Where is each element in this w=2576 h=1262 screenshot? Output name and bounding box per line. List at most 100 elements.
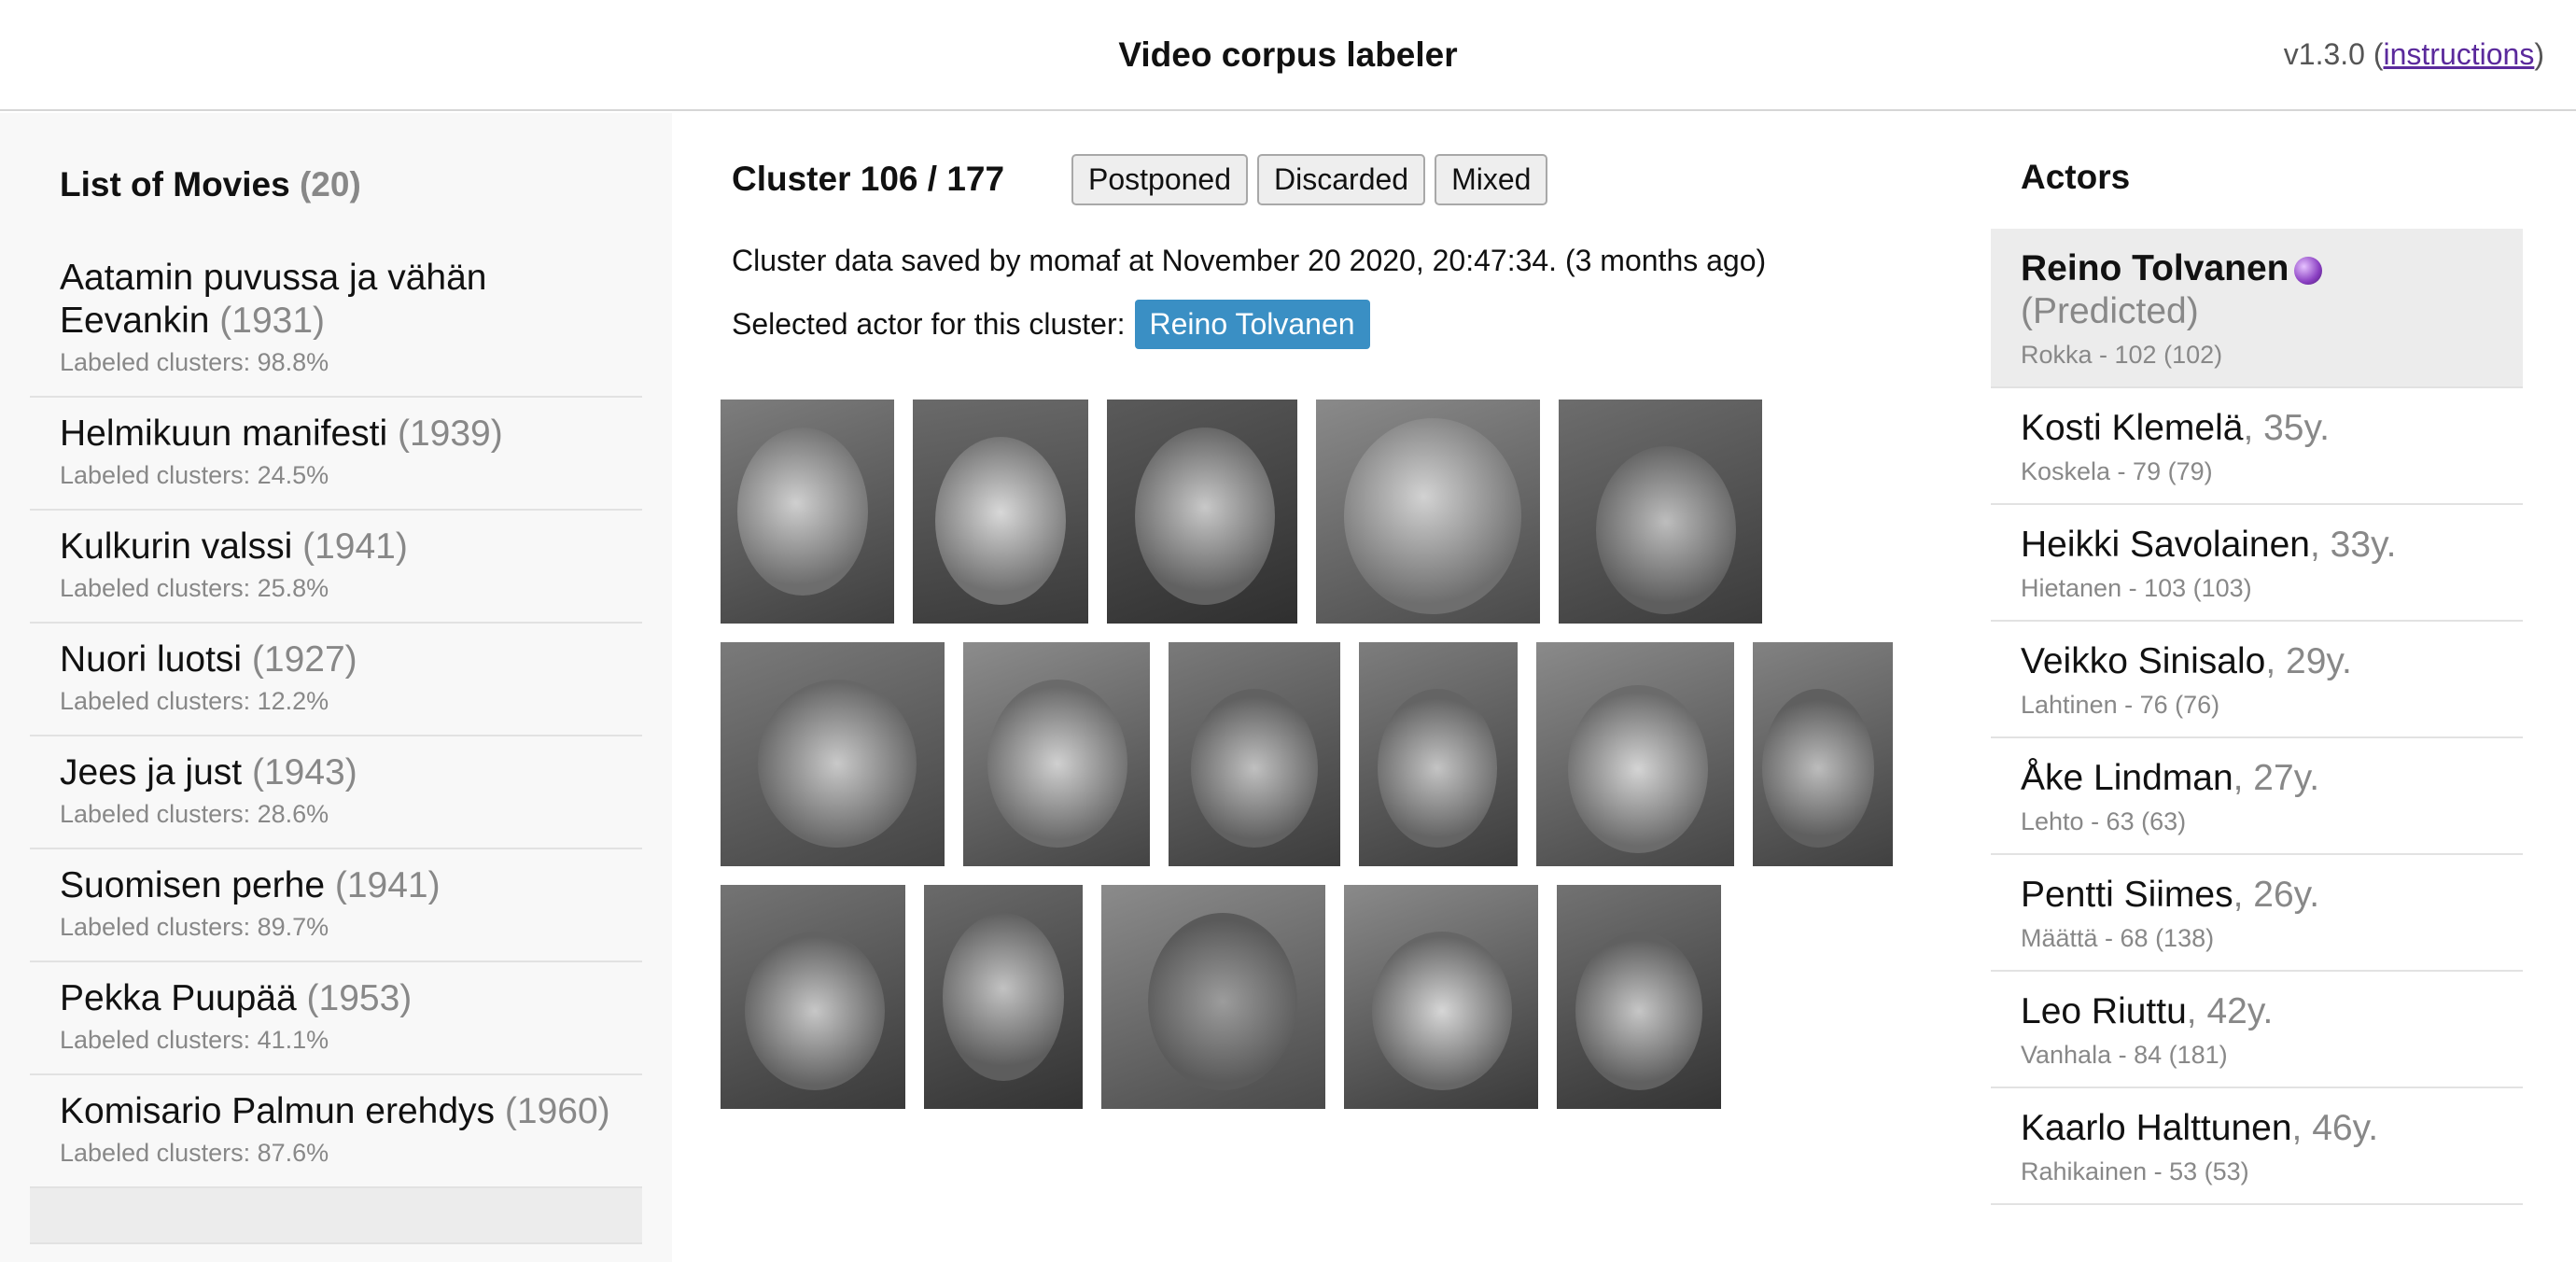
movie-item[interactable]: Helmikuun manifesti (1939) Labeled clust… xyxy=(30,398,642,511)
face-thumbnail[interactable] xyxy=(1536,642,1734,866)
actor-name: Kosti Klemelä xyxy=(2021,408,2244,448)
face-image xyxy=(943,913,1064,1081)
actor-name: Pentti Siimes xyxy=(2021,875,2233,915)
face-image xyxy=(1344,418,1521,614)
actor-age: , 26y. xyxy=(2233,875,2320,915)
actor-role: Rahikainen - 53 (53) xyxy=(2021,1157,2249,1185)
selected-actor-line: Selected actor for this cluster: Reino T… xyxy=(732,300,1370,349)
movie-labeled-stat: Labeled clusters: 41.1% xyxy=(60,1026,329,1054)
face-image xyxy=(1596,446,1736,614)
postponed-button[interactable]: Postponed xyxy=(1071,154,1249,205)
face-thumbnail[interactable] xyxy=(721,400,894,624)
actor-name-row: Heikki Savolainen, 33y. xyxy=(2021,524,2493,567)
movie-year: (1941) xyxy=(302,526,408,567)
actor-name-row: Pentti Siimes, 26y. xyxy=(2021,874,2493,917)
movie-list-heading: List of Movies xyxy=(60,165,290,203)
movie-item[interactable]: Suomisen perhe (1941) Labeled clusters: … xyxy=(30,849,642,962)
movie-item[interactable]: Jees ja just (1943) Labeled clusters: 28… xyxy=(30,736,642,849)
movie-title-row: Komisario Palmun erehdys (1960) xyxy=(60,1090,612,1133)
actor-item[interactable]: Pentti Siimes, 26y. Määttä - 68 (138) xyxy=(1991,855,2523,972)
face-image xyxy=(758,680,917,848)
actor-item[interactable]: Veikko Sinisalo, 29y. Lahtinen - 76 (76) xyxy=(1991,622,2523,738)
movie-labeled-stat: Labeled clusters: 25.8% xyxy=(60,574,329,602)
selected-actor-tag[interactable]: Reino Tolvanen xyxy=(1134,300,1370,349)
version-text: v1.3.0 ( xyxy=(2283,37,2384,71)
face-thumbnail[interactable] xyxy=(1359,642,1518,866)
actor-name: Åke Lindman xyxy=(2021,758,2233,798)
actor-name: Leo Riuttu xyxy=(2021,991,2187,1031)
actor-role: Vanhala - 84 (181) xyxy=(2021,1041,2228,1069)
instructions-link[interactable]: instructions xyxy=(2384,37,2535,71)
movie-item[interactable]: Nuori luotsi (1927) Labeled clusters: 12… xyxy=(30,624,642,736)
actor-item[interactable]: Leo Riuttu, 42y. Vanhala - 84 (181) xyxy=(1991,972,2523,1088)
actor-age: , 42y. xyxy=(2186,991,2274,1031)
movie-count: (20) xyxy=(299,165,361,203)
face-image xyxy=(1762,689,1874,848)
actor-sidebar: Actors Reino Tolvanen (Predicted) Rokka … xyxy=(1951,113,2576,1262)
movie-title-row: Jees ja just (1943) xyxy=(60,751,612,794)
actor-role: Rokka - 102 (102) xyxy=(2021,341,2223,369)
face-thumbnail[interactable] xyxy=(1559,400,1762,624)
movie-item[interactable]: Pekka Puupää (1953) Labeled clusters: 41… xyxy=(30,962,642,1075)
movie-labeled-stat: Labeled clusters: 12.2% xyxy=(60,687,329,715)
movie-title-row: Nuori luotsi (1927) xyxy=(60,638,612,681)
app-header: Video corpus labeler v1.3.0 (instruction… xyxy=(0,0,2576,111)
face-thumbnail[interactable] xyxy=(1107,400,1297,624)
actor-name-row: Reino Tolvanen xyxy=(2021,247,2493,290)
face-thumbnail[interactable] xyxy=(963,642,1150,866)
movie-title: Jees ja just xyxy=(60,752,243,792)
face-image xyxy=(1575,932,1702,1090)
movie-title: Komisario Palmun erehdys xyxy=(60,1091,496,1131)
face-thumbnail[interactable] xyxy=(1101,885,1325,1109)
actor-role: Koskela - 79 (79) xyxy=(2021,457,2213,485)
face-image xyxy=(1135,428,1275,605)
movie-title: Nuori luotsi xyxy=(60,639,243,680)
face-thumbnail[interactable] xyxy=(721,642,945,866)
movie-year: (1939) xyxy=(397,414,503,454)
actor-role: Määttä - 68 (138) xyxy=(2021,924,2215,952)
actor-age: , 29y. xyxy=(2265,641,2352,681)
movie-item[interactable]: Komisario Palmun erehdys (1960) Labeled … xyxy=(30,1075,642,1188)
actor-name-row: Veikko Sinisalo, 29y. xyxy=(2021,640,2493,683)
face-thumbnail[interactable] xyxy=(1316,400,1540,624)
movie-item[interactable]: Aatamin puvussa ja vähän Eevankin (1931)… xyxy=(30,242,642,398)
movie-title-row: Aatamin puvussa ja vähän Eevankin (1931) xyxy=(60,257,612,343)
actor-name: Heikki Savolainen xyxy=(2021,525,2311,565)
selected-actor-label: Selected actor for this cluster: xyxy=(732,307,1126,341)
movie-labeled-stat: Labeled clusters: 98.8% xyxy=(60,348,329,376)
face-thumbnail[interactable] xyxy=(1753,642,1893,866)
actor-item[interactable]: Kaarlo Halttunen, 46y. Rahikainen - 53 (… xyxy=(1991,1088,2523,1205)
actor-age: , 27y. xyxy=(2233,758,2320,798)
face-thumbnail[interactable] xyxy=(721,885,905,1109)
actor-name-row: Åke Lindman, 27y. xyxy=(2021,757,2493,800)
actor-age: , 46y. xyxy=(2291,1108,2379,1148)
actor-role: Hietanen - 103 (103) xyxy=(2021,574,2252,602)
movie-list-title: List of Movies (20) xyxy=(60,165,361,204)
actor-item[interactable]: Kosti Klemelä, 35y. Koskela - 79 (79) xyxy=(1991,388,2523,505)
face-thumbnail[interactable] xyxy=(924,885,1083,1109)
face-image xyxy=(987,680,1127,848)
actor-item[interactable]: Åke Lindman, 27y. Lehto - 63 (63) xyxy=(1991,738,2523,855)
actors-title: Actors xyxy=(2021,158,2131,196)
movie-item[interactable]: Kulkurin valssi (1941) Labeled clusters:… xyxy=(30,511,642,624)
discarded-button[interactable]: Discarded xyxy=(1257,154,1426,205)
actor-name-row: Kosti Klemelä, 35y. xyxy=(2021,407,2493,450)
face-image xyxy=(745,932,885,1090)
actor-name: Veikko Sinisalo xyxy=(2021,641,2266,681)
app-title: Video corpus labeler xyxy=(1118,35,1458,74)
actor-list: Reino Tolvanen (Predicted) Rokka - 102 (… xyxy=(1991,229,2523,1205)
movie-item-selected[interactable] xyxy=(30,1188,642,1244)
actor-item[interactable]: Heikki Savolainen, 33y. Hietanen - 103 (… xyxy=(1991,505,2523,622)
movie-labeled-stat: Labeled clusters: 89.7% xyxy=(60,913,329,941)
face-thumbnail[interactable] xyxy=(913,400,1088,624)
face-thumbnail[interactable] xyxy=(1344,885,1538,1109)
actor-role: Lehto - 63 (63) xyxy=(2021,807,2187,835)
mixed-button[interactable]: Mixed xyxy=(1435,154,1548,205)
movie-year: (1953) xyxy=(306,978,413,1018)
face-thumbnail[interactable] xyxy=(1169,642,1340,866)
face-thumbnail[interactable] xyxy=(1557,885,1721,1109)
actor-item-selected[interactable]: Reino Tolvanen (Predicted) Rokka - 102 (… xyxy=(1991,229,2523,388)
face-image xyxy=(1148,913,1297,1090)
actor-name: Kaarlo Halttunen xyxy=(2021,1108,2292,1148)
movie-title-row: Pekka Puupää (1953) xyxy=(60,977,612,1020)
